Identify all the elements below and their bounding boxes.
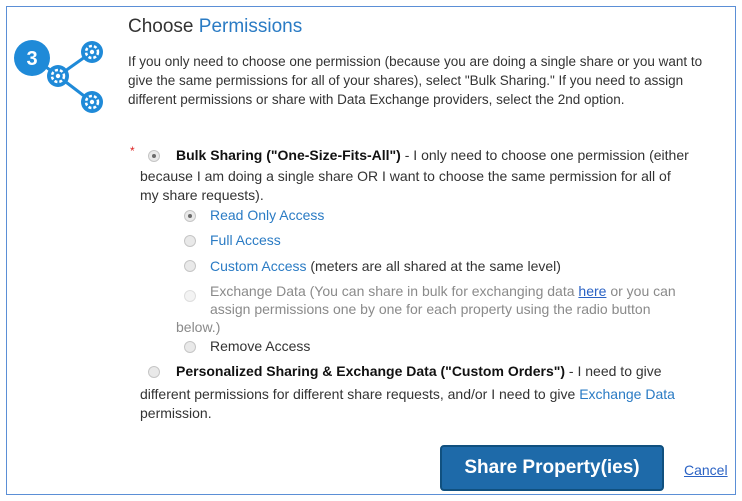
read-only-label[interactable]: Read Only Access — [210, 207, 324, 223]
exchange-data-line2: assign permissions one by one for each p… — [210, 301, 651, 317]
gear-icon — [81, 41, 103, 63]
full-access-label[interactable]: Full Access — [210, 232, 281, 248]
gear-icon — [47, 65, 69, 87]
bulk-sharing-line1: Bulk Sharing ("One-Size-Fits-All") - I o… — [176, 147, 689, 163]
remove-access-radio[interactable] — [184, 341, 196, 353]
gear-icon — [81, 91, 103, 113]
personalized-sharing-radio[interactable] — [148, 366, 160, 378]
exchange-data-line3: below.) — [176, 319, 221, 335]
page-title: Choose Permissions — [128, 16, 303, 37]
cancel-link[interactable]: Cancel — [684, 462, 728, 478]
custom-access-label[interactable]: Custom Access — [210, 258, 306, 274]
exchange-data-line1: Exchange Data (You can share in bulk for… — [210, 283, 676, 299]
required-marker: * — [130, 144, 135, 158]
exchange-data-radio — [184, 290, 196, 302]
bulk-sharing-desc-end: my share requests). — [140, 187, 264, 203]
exchange-data-link[interactable]: Exchange Data — [579, 386, 675, 402]
remove-access-label[interactable]: Remove Access — [210, 337, 310, 356]
bulk-sharing-label: Bulk Sharing ("One-Size-Fits-All") — [176, 147, 401, 163]
custom-access-radio[interactable] — [184, 260, 196, 272]
full-access-radio[interactable] — [184, 235, 196, 247]
step-share-graphic: 3 — [14, 40, 103, 113]
exchange-here-link[interactable]: here — [578, 283, 606, 299]
bulk-sharing-radio[interactable] — [148, 150, 160, 162]
custom-access-option: Custom Access (meters are all shared at … — [210, 258, 561, 274]
personalized-sharing-desc: different permissions for different shar… — [140, 386, 675, 402]
step-number: 3 — [26, 48, 37, 70]
bulk-sharing-desc: because I am doing a single share OR I w… — [140, 168, 671, 184]
intro-text: If you only need to choose one permissio… — [128, 54, 703, 107]
read-only-radio[interactable] — [184, 210, 196, 222]
personalized-sharing-label: Personalized Sharing & Exchange Data ("C… — [176, 363, 566, 379]
personalized-sharing-line1: Personalized Sharing & Exchange Data ("C… — [176, 363, 662, 379]
share-properties-button[interactable]: Share Property(ies) — [440, 445, 664, 491]
personalized-sharing-desc-end: permission. — [140, 405, 212, 421]
